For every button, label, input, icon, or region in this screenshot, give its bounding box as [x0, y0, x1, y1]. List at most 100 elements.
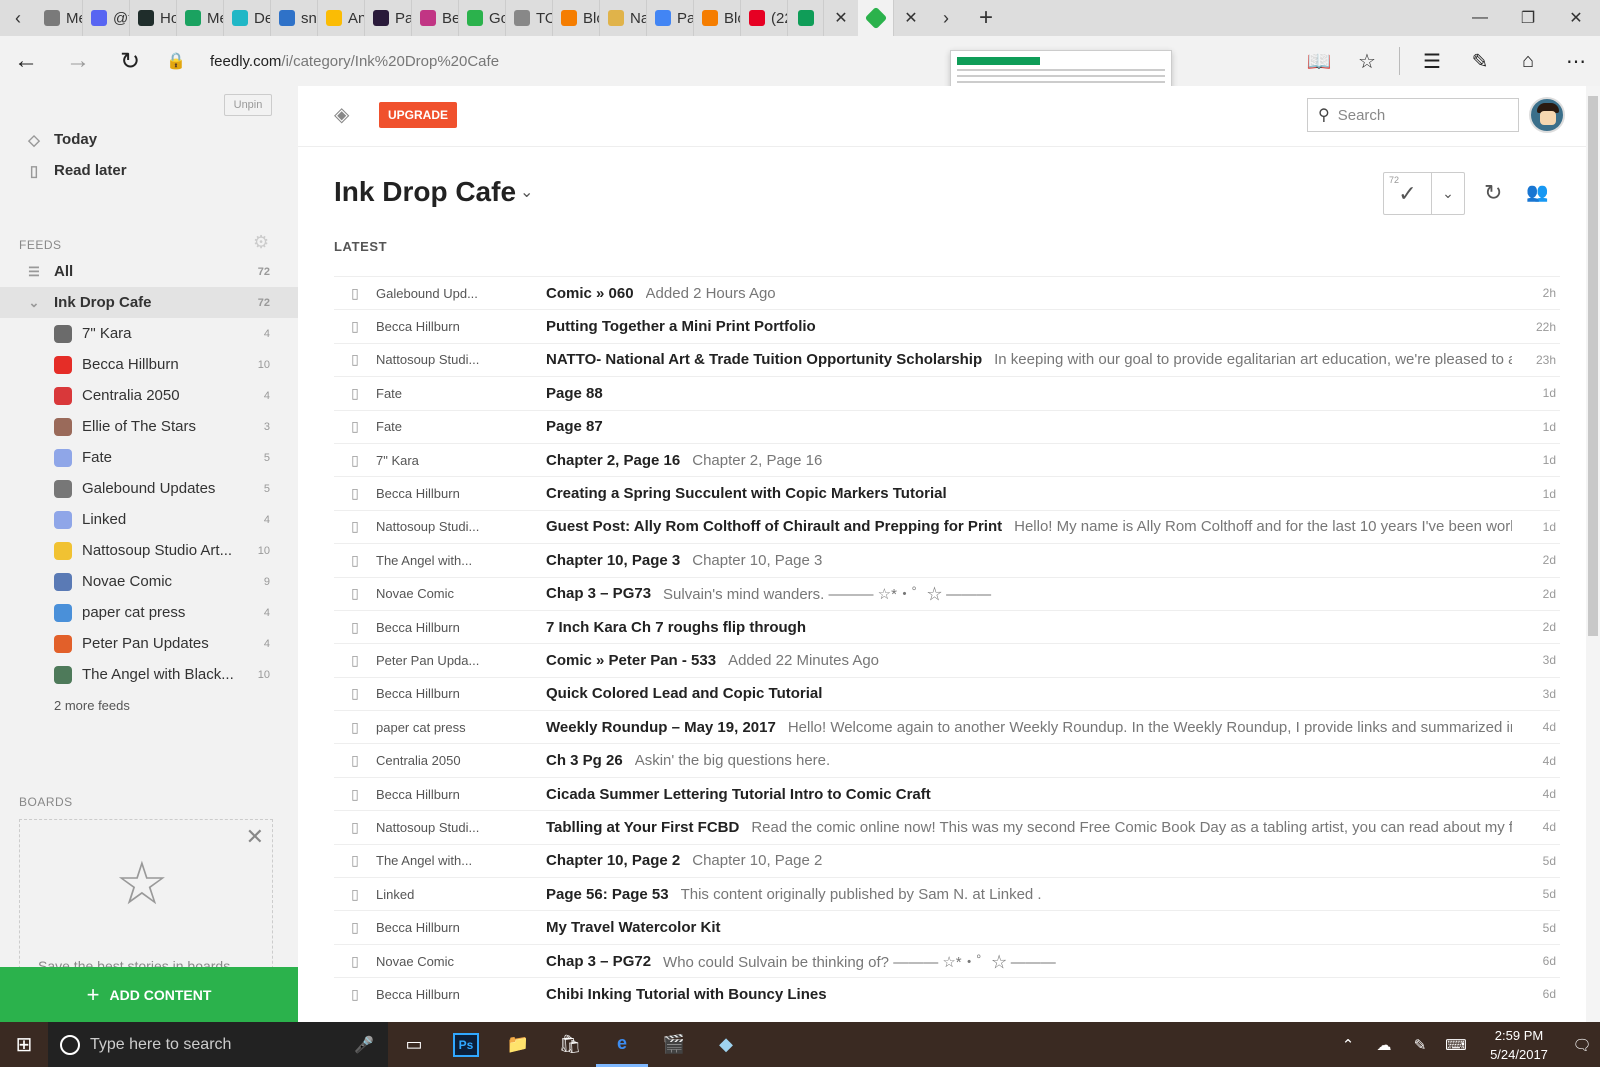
browser-tab[interactable]: Mer	[177, 0, 224, 36]
refresh-feed-icon[interactable]: ↻	[1484, 180, 1502, 206]
article-title[interactable]: Chapter 10, Page 3	[546, 552, 680, 569]
bookmark-icon[interactable]: ▯	[334, 452, 376, 469]
article-row[interactable]: ▯ Fate Page 88 1d	[334, 376, 1560, 409]
sidebar-feed-item[interactable]: Novae Comic 9	[0, 566, 298, 597]
sidebar-item-all[interactable]: ☰ All 72	[0, 256, 298, 287]
browser-tab[interactable]: Goi	[459, 0, 506, 36]
sidebar-feed-item[interactable]: Ellie of The Stars 3	[0, 411, 298, 442]
browser-tab[interactable]: Bea	[412, 0, 459, 36]
article-title[interactable]: Page 87	[546, 418, 603, 435]
article-title[interactable]: Tablling at Your First FCBD	[546, 819, 739, 836]
restore-icon[interactable]: ❐	[1504, 0, 1552, 36]
article-row[interactable]: ▯ Becca Hillburn 7 Inch Kara Ch 7 roughs f…	[334, 609, 1560, 643]
article-row[interactable]: ▯ Nattosoup Studi... Tablling at Your Firs…	[334, 810, 1560, 843]
article-title[interactable]: Comic » 060	[546, 285, 634, 302]
browser-tab[interactable]: Des	[224, 0, 271, 36]
article-title[interactable]: NATTO- National Art & Trade Tuition Oppo…	[546, 351, 982, 368]
keyboard-icon[interactable]: ⌨	[1438, 1036, 1474, 1054]
bookmark-icon[interactable]: ▯	[334, 719, 376, 736]
bookmark-icon[interactable]: ▯	[334, 919, 376, 936]
share-icon[interactable]: ⌂	[1504, 36, 1552, 86]
sidebar-feed-item[interactable]: The Angel with Black... 10	[0, 659, 298, 690]
mark-read-dropdown-icon[interactable]: ⌄	[1431, 173, 1464, 214]
gear-icon[interactable]: ⚙	[253, 232, 269, 253]
feedly-logo-icon[interactable]: ◈	[334, 102, 358, 126]
scrollbar-thumb[interactable]	[1588, 96, 1598, 636]
store-icon[interactable]: 🛍	[544, 1022, 596, 1067]
bookmark-icon[interactable]: ▯	[334, 953, 376, 970]
article-row[interactable]: ▯ Nattosoup Studi... NATTO- National Art &…	[334, 342, 1560, 376]
article-title[interactable]: Page 88	[546, 385, 603, 402]
refresh-icon[interactable]: ↻	[104, 36, 156, 86]
taskbar-search[interactable]: Type here to search 🎤	[48, 1022, 388, 1067]
hub-icon[interactable]: ☰	[1408, 36, 1456, 86]
sidebar-feed-item[interactable]: Linked 4	[0, 504, 298, 535]
bookmark-icon[interactable]: ▯	[334, 886, 376, 903]
article-title[interactable]: Ch 3 Pg 26	[546, 752, 623, 769]
forward-arrow-icon[interactable]: →	[52, 36, 104, 86]
pen-icon[interactable]: ✎	[1402, 1036, 1438, 1054]
chevron-up-icon[interactable]: ⌃	[1330, 1036, 1366, 1054]
bookmark-icon[interactable]: ▯	[334, 986, 376, 1003]
article-title[interactable]: Cicada Summer Lettering Tutorial Intro t…	[546, 786, 931, 803]
sidebar-feed-item[interactable]: Galebound Updates 5	[0, 473, 298, 504]
favorite-star-icon[interactable]: ☆	[1343, 36, 1391, 86]
sidebar-feed-item[interactable]: Peter Pan Updates 4	[0, 628, 298, 659]
browser-tab[interactable]: @fu	[83, 0, 130, 36]
sidebar-feed-item[interactable]: Nattosoup Studio Art... 10	[0, 535, 298, 566]
tab-sheets[interactable]	[788, 0, 824, 36]
tab-scroll-right-icon[interactable]: ›	[928, 0, 964, 36]
more-menu-icon[interactable]: ⋯	[1552, 36, 1600, 86]
microphone-icon[interactable]: 🎤	[354, 1035, 374, 1055]
minimize-icon[interactable]: —	[1456, 0, 1504, 36]
bookmark-icon[interactable]: ▯	[334, 552, 376, 569]
browser-tab[interactable]: Ani	[318, 0, 365, 36]
bookmark-icon[interactable]: ▯	[334, 752, 376, 769]
avatar[interactable]	[1529, 97, 1565, 133]
browser-tab[interactable]: (225	[741, 0, 788, 36]
article-row[interactable]: ▯ 7" Kara Chapter 2, Page 16 Chapter 2, Pag…	[334, 442, 1560, 476]
tab-feedly-active[interactable]	[858, 0, 894, 36]
bookmark-icon[interactable]: ▯	[334, 619, 376, 636]
window-close-icon[interactable]: ✕	[1552, 0, 1600, 36]
url-field[interactable]: feedly.com/i/category/Ink%20Drop%20Cafe	[210, 53, 499, 70]
article-row[interactable]: ▯ Galebound Upd... Comic » 060 Added 2 Hour…	[334, 276, 1560, 309]
article-row[interactable]: ▯ Peter Pan Upda... Comic » Peter Pan - 53…	[334, 643, 1560, 676]
bookmark-icon[interactable]: ▯	[334, 385, 376, 402]
onedrive-icon[interactable]: ☁	[1366, 1036, 1402, 1054]
tab-close-icon[interactable]: ✕	[824, 0, 858, 36]
tab-scroll-left-icon[interactable]: ‹	[0, 0, 36, 36]
article-title[interactable]: Chap 3 – PG72	[546, 953, 651, 970]
share-people-icon[interactable]: 👥	[1526, 182, 1548, 203]
article-row[interactable]: ▯ Becca Hillburn Creating a Spring Succule…	[334, 476, 1560, 509]
browser-tab[interactable]: Blog	[694, 0, 741, 36]
sidebar-feed-item[interactable]: Fate 5	[0, 442, 298, 473]
browser-tab[interactable]: Mel	[36, 0, 83, 36]
reading-view-icon[interactable]: 📖	[1295, 36, 1343, 86]
search-input[interactable]	[1337, 106, 1498, 124]
article-title[interactable]: Guest Post: Ally Rom Colthoff of Chiraul…	[546, 518, 1002, 535]
unpin-button[interactable]: Unpin	[224, 94, 272, 116]
bookmark-icon[interactable]: ▯	[334, 685, 376, 702]
article-title[interactable]: 7 Inch Kara Ch 7 roughs flip through	[546, 619, 806, 636]
chevron-down-icon[interactable]: ⌄	[26, 295, 42, 311]
article-row[interactable]: ▯ Becca Hillburn Quick Colored Lead and Co…	[334, 676, 1560, 710]
sidebar-item-read-later[interactable]: ▯ Read later	[24, 155, 127, 186]
article-row[interactable]: ▯ Nattosoup Studi... Guest Post: Ally Rom …	[334, 509, 1560, 543]
new-tab-icon[interactable]: +	[964, 0, 1008, 36]
article-row[interactable]: ▯ Fate Page 87 1d	[334, 409, 1560, 443]
sidebar-item-ink-drop-cafe[interactable]: ⌄ Ink Drop Cafe 72	[0, 287, 298, 318]
lock-icon[interactable]: 🔒	[156, 51, 196, 71]
article-row[interactable]: ▯ Becca Hillburn Putting Together a Mini P…	[334, 309, 1560, 342]
article-title[interactable]: Putting Together a Mini Print Portfolio	[546, 318, 816, 335]
article-row[interactable]: ▯ Linked Page 56: Page 53 This content orig…	[334, 877, 1560, 910]
article-row[interactable]: ▯ Becca Hillburn Cicada Summer Lettering T…	[334, 776, 1560, 810]
sidebar-feed-item[interactable]: 7" Kara 4	[0, 318, 298, 349]
active-tab-close-icon[interactable]: ✕	[894, 0, 928, 36]
article-title[interactable]: My Travel Watercolor Kit	[546, 919, 721, 936]
web-note-icon[interactable]: ✎	[1456, 36, 1504, 86]
article-row[interactable]: ▯ The Angel with... Chapter 10, Page 2 Chap…	[334, 843, 1560, 877]
article-row[interactable]: ▯ Novae Comic Chap 3 – PG72 Who could Sulva…	[334, 943, 1560, 977]
back-arrow-icon[interactable]: ←	[0, 36, 52, 86]
bookmark-icon[interactable]: ▯	[334, 318, 376, 335]
